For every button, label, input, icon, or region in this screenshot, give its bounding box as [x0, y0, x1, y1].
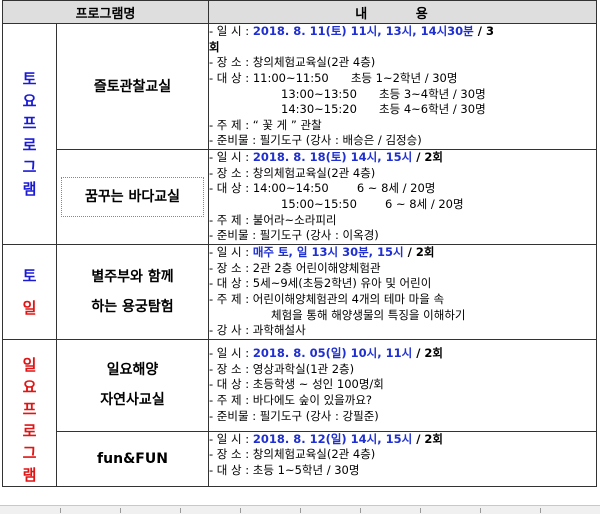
program-content-3: - 일 시 : 매주 토, 일 13시 30분, 15시 / 2회 - 장 소 … — [208, 244, 597, 340]
header-content: 내 용 — [208, 0, 597, 24]
program-row-2: 꿈꾸는 바다교실 - 일 시 : 2018. 8. 18(토) 14시, 15시… — [3, 149, 597, 245]
program-name-2: 꿈꾸는 바다교실 — [56, 149, 209, 245]
header-row: 프로그램명 내 용 — [2, 0, 597, 24]
program-content-2: - 일 시 : 2018. 8. 18(토) 14시, 15시 / 2회 - 장… — [208, 149, 597, 245]
category-sunday-program: 일 요 프 로 그 램 — [2, 339, 57, 487]
program-name-4: 일요해양 자연사교실 — [56, 339, 209, 432]
program-row-1: 토 요 프 로 그 램 즐토관찰교실 - 일 시 : 2018. 8. 11(토… — [2, 23, 597, 245]
program-content-5: - 일 시 : 2018. 8. 12(일) 14시, 15시 / 2회 - 장… — [208, 430, 597, 488]
category-saturday-sunday: 토 일 — [2, 244, 57, 340]
program-row-3: 토 일 별주부와 함께 하는 용궁탐험 - 일 시 : 매주 토, 일 13시 … — [2, 244, 597, 340]
header-program-name: 프로그램명 — [2, 0, 209, 24]
schedule-page: 프로그램명 내 용 토 요 프 로 그 램 즐토관찰교실 - 일 시 : 201… — [0, 0, 600, 514]
program-row-5: fun&FUN - 일 시 : 2018. 8. 12(일) 14시, 15시 … — [3, 430, 597, 488]
program-content-1: - 일 시 : 2018. 8. 11(토) 11시, 13시, 14시30분 … — [208, 23, 597, 150]
program-row-4: 일 요 프 로 그 램 일요해양 자연사교실 - 일 시 : 2018. 8. … — [2, 339, 597, 487]
program-name-5: fun&FUN — [56, 430, 209, 488]
program-name-1: 즐토관찰교실 — [56, 23, 209, 150]
program-content-4: - 일 시 : 2018. 8. 05(일) 10시, 11시 / 2회 - 장… — [208, 339, 597, 432]
program-schedule-table: 프로그램명 내 용 토 요 프 로 그 램 즐토관찰교실 - 일 시 : 201… — [2, 0, 597, 488]
program-name-3: 별주부와 함께 하는 용궁탐험 — [56, 244, 209, 340]
category-saturday-program: 토 요 프 로 그 램 — [2, 23, 57, 245]
